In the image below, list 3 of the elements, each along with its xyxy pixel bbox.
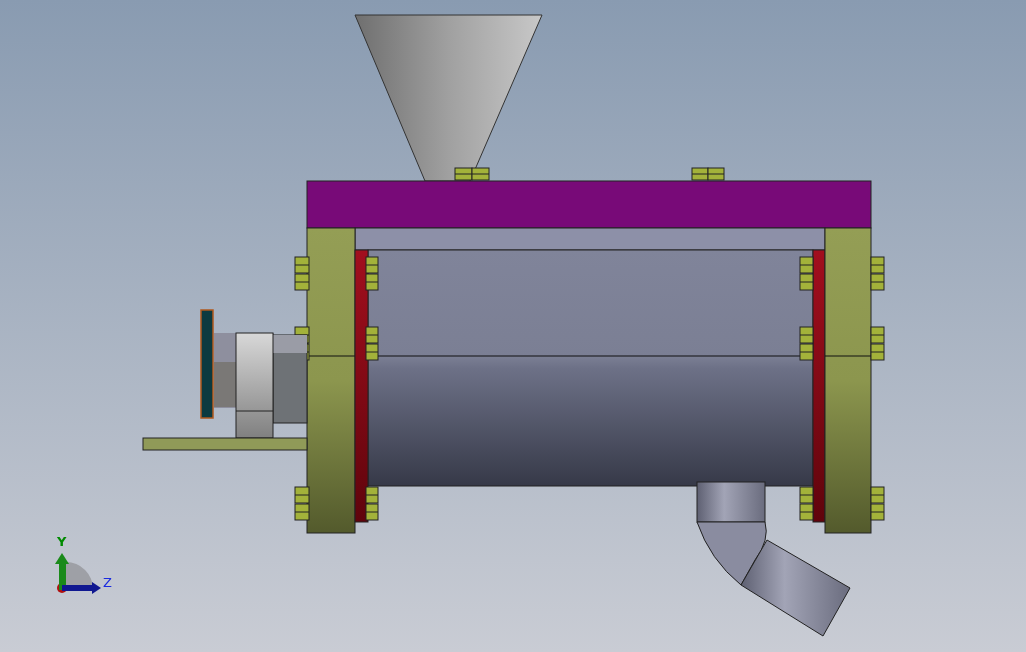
z-axis-label: Z [103, 575, 112, 590]
y-axis-label: Y [57, 534, 67, 549]
axis-triad-drawing [55, 553, 101, 594]
